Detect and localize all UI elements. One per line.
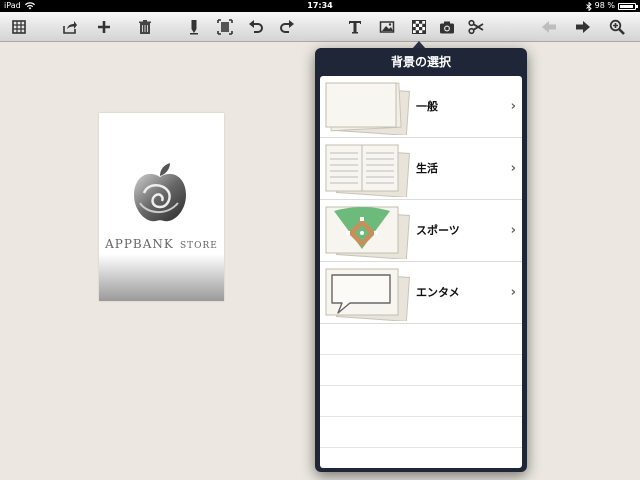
canvas-image-card[interactable]: APPBANK STORE [99, 113, 224, 301]
scissors-icon[interactable] [467, 18, 485, 36]
toolbar [0, 12, 640, 42]
popover-title: 背景の選択 [390, 55, 451, 69]
chevron-right-icon: › [510, 161, 516, 176]
zoom-in-icon[interactable] [608, 18, 626, 36]
next-page-icon[interactable] [574, 18, 592, 36]
list-item-general[interactable]: 一般 › [320, 76, 522, 138]
battery-icon [618, 2, 638, 10]
chevron-right-icon: › [510, 99, 516, 114]
list-item-label: 生活 [416, 162, 438, 175]
empty-row [320, 324, 522, 355]
background-pattern-icon[interactable] [410, 18, 428, 36]
list-item-label: 一般 [416, 100, 438, 113]
pen-icon[interactable] [185, 18, 203, 36]
grid-icon[interactable] [10, 18, 28, 36]
camera-icon[interactable] [438, 18, 456, 36]
chevron-right-icon: › [510, 223, 516, 238]
background-category-list: 一般 › 生活 › スポーツ › エンタメ › [320, 76, 522, 468]
paper-stack-thumbnail-icon [325, 82, 410, 135]
list-item-life[interactable]: 生活 › [320, 138, 522, 200]
speech-bubble-thumbnail-icon [325, 268, 410, 321]
battery-percent: 98 % [594, 1, 615, 10]
brand-small: STORE [179, 241, 218, 251]
bluetooth-icon [585, 1, 592, 11]
undo-icon[interactable] [247, 18, 265, 36]
notebook-thumbnail-icon [325, 144, 410, 197]
status-time: 17:34 [307, 1, 333, 10]
list-item-label: スポーツ [416, 224, 460, 237]
apple-logo-icon [134, 163, 186, 222]
status-bar: iPad 17:34 98 % [0, 0, 640, 12]
empty-row [320, 417, 522, 448]
chevron-right-icon: › [510, 285, 516, 300]
list-item-sports[interactable]: スポーツ › [320, 200, 522, 262]
text-icon[interactable] [346, 18, 364, 36]
list-item-entertainment[interactable]: エンタメ › [320, 262, 522, 324]
share-icon[interactable] [61, 18, 79, 36]
background-select-popover: 背景の選択 一般 › 生活 › スポーツ › エンタメ › [315, 48, 527, 472]
empty-row [320, 386, 522, 417]
brand-big: APPBANK [105, 237, 174, 251]
plus-icon[interactable] [95, 18, 113, 36]
trash-icon[interactable] [136, 18, 154, 36]
brand-text: APPBANK STORE [99, 233, 224, 252]
list-item-label: エンタメ [416, 286, 460, 299]
empty-row [320, 355, 522, 386]
image-icon[interactable] [378, 18, 396, 36]
crop-icon[interactable] [216, 18, 234, 36]
prev-page-icon[interactable] [540, 18, 558, 36]
baseball-field-thumbnail-icon [325, 206, 410, 259]
redo-icon[interactable] [278, 18, 296, 36]
